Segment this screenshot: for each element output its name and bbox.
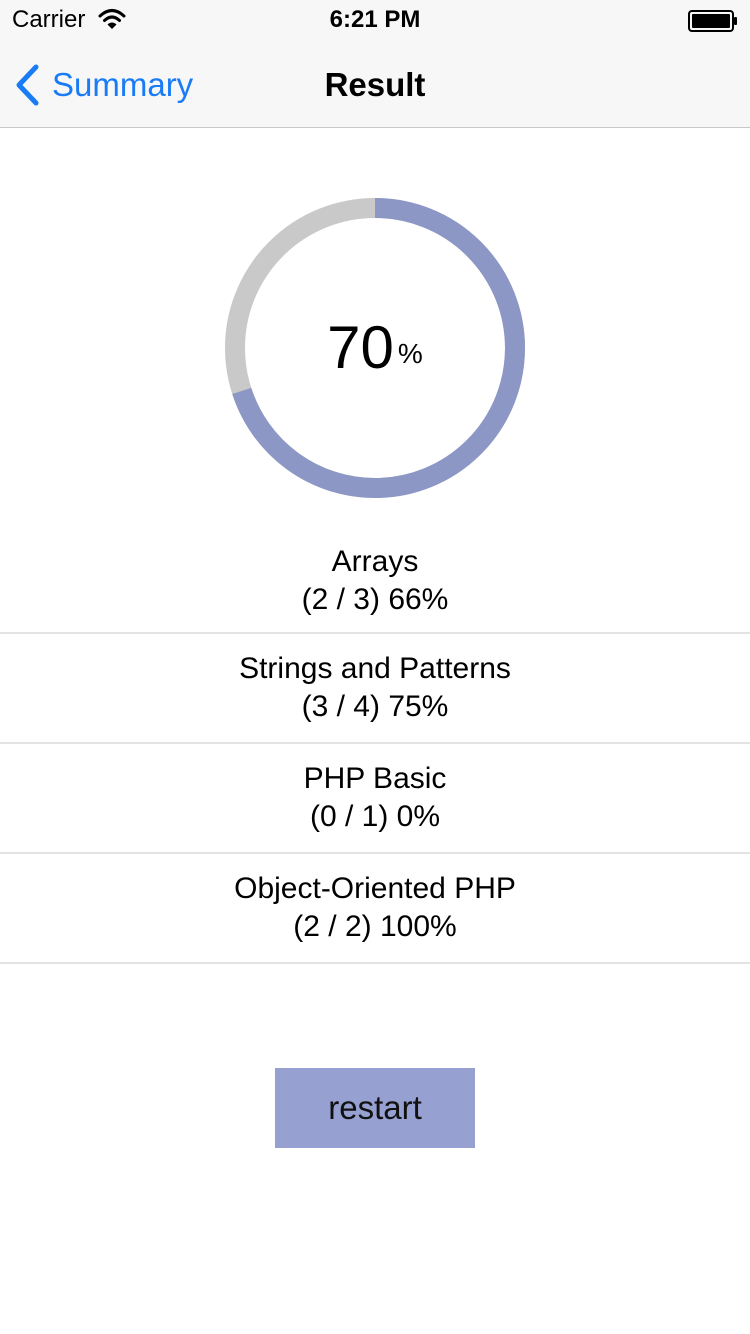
- category-row: Arrays (2 / 3) 66%: [0, 525, 750, 634]
- score-ring-chart: 70 %: [225, 198, 525, 498]
- score-unit: %: [397, 338, 423, 369]
- category-list: Arrays (2 / 3) 66% Strings and Patterns …: [0, 525, 750, 964]
- navigation-bar: Carrier 6:21 PM Summary Result: [0, 0, 750, 128]
- score-readout: 70 %: [225, 198, 525, 498]
- category-score: (2 / 2) 100%: [293, 910, 457, 943]
- score-value: 70: [327, 314, 394, 381]
- clock-label: 6:21 PM: [329, 6, 421, 33]
- category-name: Object-Oriented PHP: [234, 872, 516, 905]
- category-row: PHP Basic (0 / 1) 0%: [0, 744, 750, 854]
- category-row: Object-Oriented PHP (2 / 2) 100%: [0, 854, 750, 964]
- category-score: (0 / 1) 0%: [309, 800, 441, 833]
- category-score: (3 / 4) 75%: [301, 690, 449, 723]
- restart-button[interactable]: restart: [275, 1068, 475, 1148]
- category-score: (2 / 3) 66%: [301, 583, 449, 616]
- page-title: Result: [324, 66, 426, 103]
- category-row: Strings and Patterns (3 / 4) 75%: [0, 634, 750, 744]
- battery-icon: [688, 10, 738, 32]
- category-name: Strings and Patterns: [239, 652, 511, 685]
- category-name: Arrays: [331, 545, 419, 578]
- category-name: PHP Basic: [303, 762, 447, 795]
- result-screen: Carrier 6:21 PM Summary Result 70 % Arra…: [0, 0, 750, 1334]
